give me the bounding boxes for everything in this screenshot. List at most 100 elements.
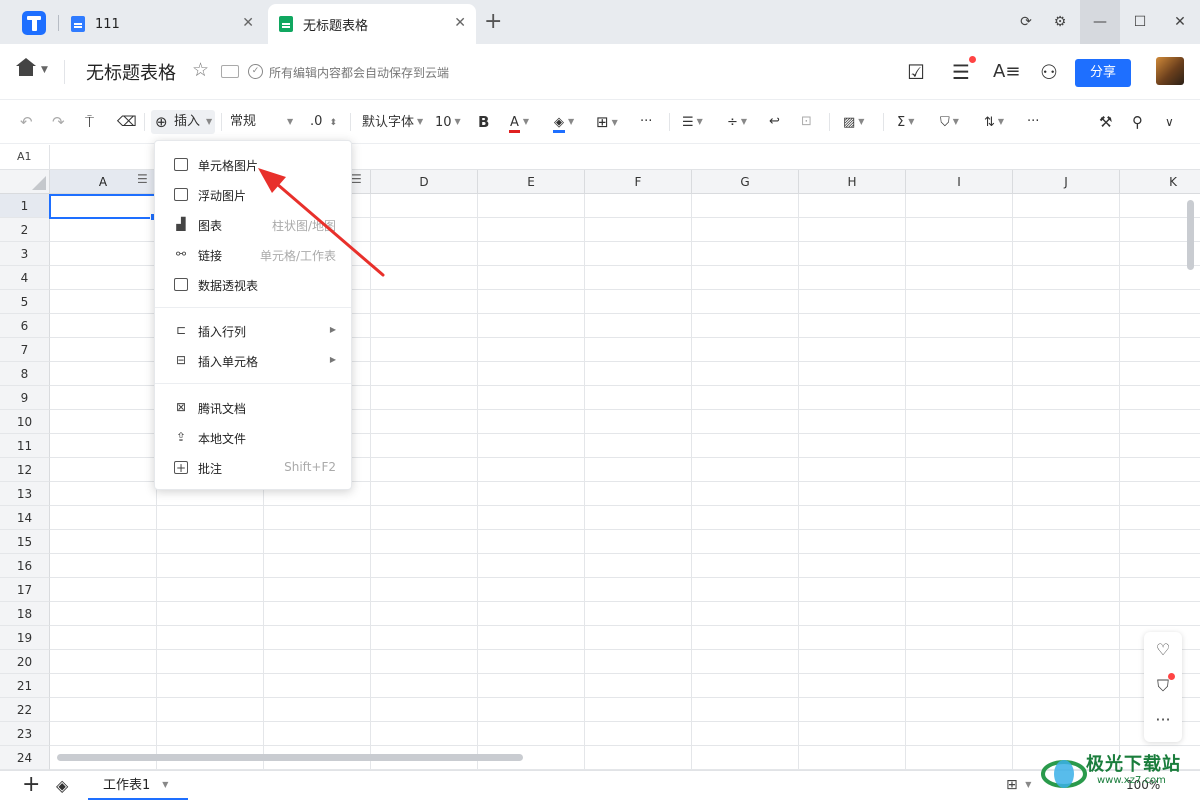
row-header-13[interactable]: 13 bbox=[0, 482, 50, 506]
menu-item-local-file[interactable]: ⇪ 本地文件 bbox=[155, 423, 351, 453]
close-window-icon[interactable]: ✕ bbox=[1160, 0, 1200, 44]
align-vertical-button[interactable]: ÷ ▼ bbox=[727, 112, 747, 132]
row-header-17[interactable]: 17 bbox=[0, 578, 50, 602]
tab-untitled-sheet[interactable]: 无标题表格 ✕ bbox=[268, 4, 476, 44]
insert-button[interactable]: ⊕ 插入 ▼ bbox=[151, 110, 215, 134]
chevron-down-icon[interactable]: ▼ bbox=[284, 112, 293, 132]
vertical-scrollbar[interactable] bbox=[1187, 200, 1194, 270]
row-header-23[interactable]: 23 bbox=[0, 722, 50, 746]
font-style-icon[interactable]: A≡ bbox=[993, 60, 1020, 84]
row-header-8[interactable]: 8 bbox=[0, 362, 50, 386]
menu-item-floating-image[interactable]: 浮动图片 bbox=[155, 180, 351, 210]
collapse-toolbar-icon[interactable]: ∨ bbox=[1165, 112, 1174, 132]
undo-icon[interactable]: ↶ bbox=[20, 112, 33, 132]
active-cell[interactable] bbox=[49, 194, 158, 221]
sum-button[interactable]: Σ ▼ bbox=[897, 112, 914, 132]
row-header-18[interactable]: 18 bbox=[0, 602, 50, 626]
menu-item-pivot-table[interactable]: 数据透视表 bbox=[155, 270, 351, 300]
number-format-select[interactable]: 常规 bbox=[230, 112, 256, 132]
sort-button[interactable]: ⇅ ▼ bbox=[984, 112, 1004, 132]
tab-close-icon[interactable]: ✕ bbox=[242, 15, 254, 31]
tab-close-icon[interactable]: ✕ bbox=[454, 15, 466, 31]
column-header-e[interactable]: E bbox=[478, 170, 585, 194]
heart-icon[interactable]: ♡ bbox=[1144, 640, 1182, 659]
column-header-k[interactable]: K bbox=[1120, 170, 1200, 194]
row-header-22[interactable]: 22 bbox=[0, 698, 50, 722]
home-icon[interactable] bbox=[16, 58, 36, 66]
menu-item-insert-row-col[interactable]: ⊏ 插入行列 ▶ bbox=[155, 316, 351, 346]
search-icon[interactable]: ⚲ bbox=[1132, 112, 1143, 132]
format-painter-icon[interactable]: ⍑ bbox=[85, 112, 94, 132]
row-header-15[interactable]: 15 bbox=[0, 530, 50, 554]
view-mode-icon[interactable]: ⊞ ▼ bbox=[1006, 777, 1031, 793]
font-color-button[interactable]: A ▼ bbox=[509, 112, 529, 133]
row-header-6[interactable]: 6 bbox=[0, 314, 50, 338]
row-header-11[interactable]: 11 bbox=[0, 434, 50, 458]
column-header-g[interactable]: G bbox=[692, 170, 799, 194]
more-tools-button[interactable]: ··· bbox=[1027, 112, 1039, 132]
row-header-20[interactable]: 20 bbox=[0, 650, 50, 674]
more-format-button[interactable]: ··· bbox=[640, 112, 652, 132]
toolbox-icon[interactable]: ⚒ bbox=[1099, 112, 1112, 132]
document-title[interactable]: 无标题表格 bbox=[86, 59, 176, 85]
add-sheet-icon[interactable]: + bbox=[22, 772, 40, 797]
move-to-folder-icon[interactable] bbox=[221, 65, 239, 78]
row-header-12[interactable]: 12 bbox=[0, 458, 50, 482]
filter-button[interactable]: ⛉ ▼ bbox=[940, 112, 959, 132]
column-header-h[interactable]: H bbox=[799, 170, 906, 194]
row-header-24[interactable]: 24 bbox=[0, 746, 50, 770]
row-header-10[interactable]: 10 bbox=[0, 410, 50, 434]
menu-item-insert-cell[interactable]: ⊟ 插入单元格 ▶ bbox=[155, 346, 351, 376]
row-header-19[interactable]: 19 bbox=[0, 626, 50, 650]
wrap-text-icon[interactable]: ↩ bbox=[769, 112, 780, 132]
select-all-corner[interactable] bbox=[0, 170, 50, 194]
bold-button[interactable]: B bbox=[478, 112, 489, 132]
cell-reference[interactable]: A1 bbox=[17, 150, 32, 163]
decimal-stepper[interactable]: .0 ⬍ bbox=[310, 112, 337, 132]
minimize-icon[interactable]: — bbox=[1080, 0, 1120, 44]
redo-icon[interactable]: ↷ bbox=[52, 112, 65, 132]
column-header-f[interactable]: F bbox=[585, 170, 692, 194]
settings-icon[interactable]: ⚙ bbox=[1040, 0, 1080, 44]
row-header-3[interactable]: 3 bbox=[0, 242, 50, 266]
add-collaborator-icon[interactable]: ⚇ bbox=[1037, 60, 1061, 84]
maximize-icon[interactable]: ☐ bbox=[1120, 0, 1160, 44]
column-filter-icon[interactable]: ☰ bbox=[137, 172, 148, 186]
borders-button[interactable]: ⊞ ▼ bbox=[596, 112, 618, 132]
tab-111[interactable]: 111 ✕ bbox=[64, 4, 264, 44]
menu-item-chart[interactable]: ▟ 图表 柱状图/地图 bbox=[155, 210, 351, 240]
row-header-5[interactable]: 5 bbox=[0, 290, 50, 314]
row-header-16[interactable]: 16 bbox=[0, 554, 50, 578]
align-horizontal-button[interactable]: ☰ ▼ bbox=[682, 112, 703, 132]
fill-color-button[interactable]: ◈ ▼ bbox=[553, 112, 574, 133]
column-header-i[interactable]: I bbox=[906, 170, 1013, 194]
avatar[interactable] bbox=[1156, 57, 1184, 85]
sheet-tab[interactable]: 工作表1 ▼ bbox=[88, 771, 188, 800]
menu-item-comment[interactable]: + 批注 Shift+F2 bbox=[155, 453, 351, 483]
row-header-9[interactable]: 9 bbox=[0, 386, 50, 410]
row-header-1[interactable]: 1 bbox=[0, 194, 50, 218]
column-filter-icon[interactable]: ☰ bbox=[351, 172, 362, 186]
horizontal-scrollbar[interactable] bbox=[57, 754, 523, 761]
font-family-select[interactable]: 默认字体 ▼ bbox=[362, 112, 423, 132]
menu-icon[interactable]: ☰ bbox=[949, 60, 973, 84]
review-icon[interactable]: ☑ bbox=[904, 60, 928, 84]
font-size-select[interactable]: 10 ▼ bbox=[435, 112, 461, 132]
column-header-d[interactable]: D bbox=[371, 170, 478, 194]
column-header-j[interactable]: J bbox=[1013, 170, 1120, 194]
menu-item-link[interactable]: ⚯ 链接 单元格/工作表 bbox=[155, 240, 351, 270]
menu-item-tencent-doc[interactable]: ⊠ 腾讯文档 bbox=[155, 393, 351, 423]
menu-item-cell-image[interactable]: 单元格图片 bbox=[155, 150, 351, 180]
row-header-2[interactable]: 2 bbox=[0, 218, 50, 242]
star-icon[interactable]: ☆ bbox=[192, 59, 209, 81]
more-icon[interactable]: ··· bbox=[1144, 710, 1182, 729]
row-header-7[interactable]: 7 bbox=[0, 338, 50, 362]
app-logo-icon[interactable] bbox=[22, 11, 46, 35]
tshirt-icon[interactable]: ⛉ bbox=[1144, 676, 1182, 696]
new-tab-icon[interactable]: + bbox=[484, 9, 502, 34]
eraser-icon[interactable]: ⌫ bbox=[117, 112, 137, 132]
cell-style-button[interactable]: ▨ ▼ bbox=[843, 112, 864, 132]
merge-cells-icon[interactable]: ⊡ bbox=[801, 112, 812, 132]
row-header-4[interactable]: 4 bbox=[0, 266, 50, 290]
share-button[interactable]: 分享 bbox=[1075, 59, 1131, 87]
